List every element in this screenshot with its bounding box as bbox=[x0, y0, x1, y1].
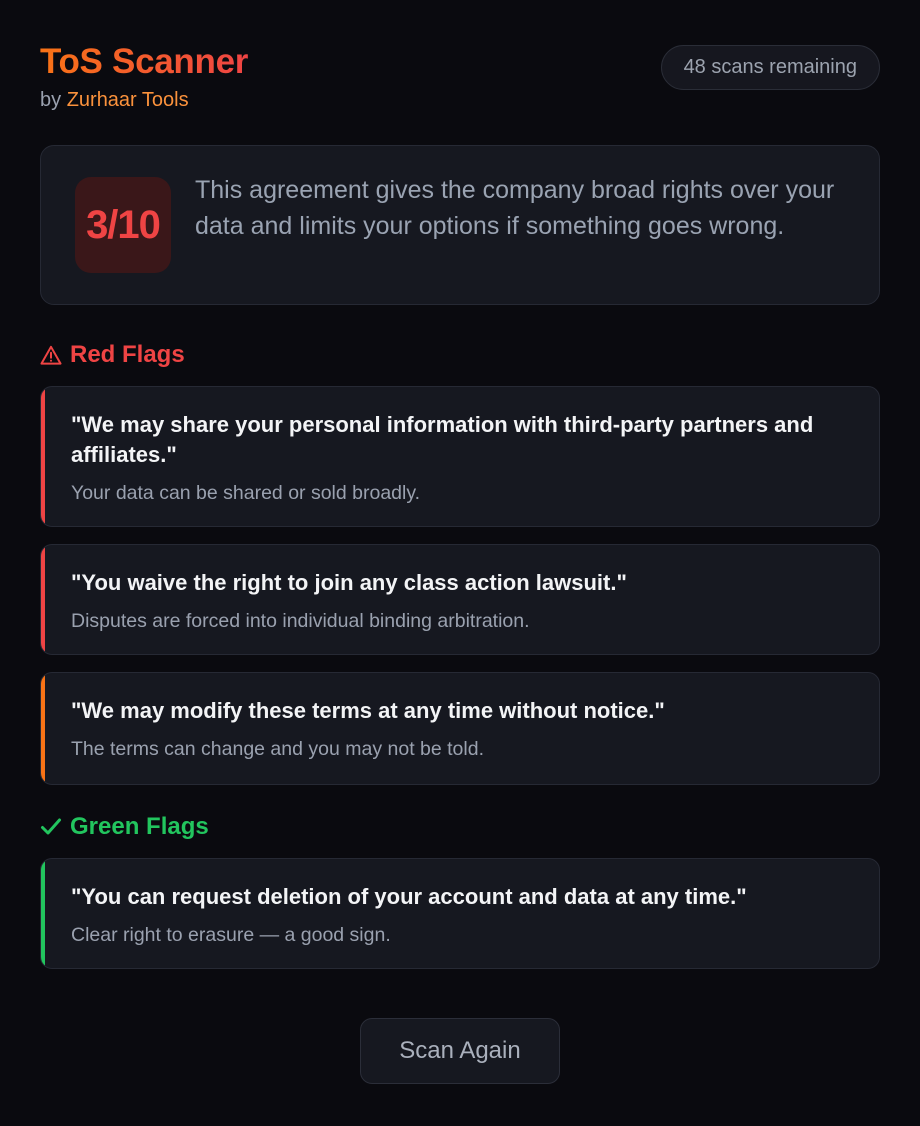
red-flags-title: Red Flags bbox=[70, 341, 185, 368]
green-flags-title: Green Flags bbox=[70, 813, 209, 840]
flag-explanation: The terms can change and you may not be … bbox=[71, 738, 484, 760]
flag-explanation: Your data can be shared or sold broadly. bbox=[71, 482, 421, 504]
byline-prefix: by bbox=[40, 89, 62, 111]
green-flag-card: "You can request deletion of your accoun… bbox=[40, 858, 880, 969]
checkmark-icon bbox=[40, 817, 62, 837]
flag-quote: "You waive the right to join any class a… bbox=[71, 570, 627, 595]
red-flags-heading: Red Flags bbox=[40, 341, 185, 369]
score-badge: 3/10 bbox=[75, 177, 171, 273]
scans-remaining-badge: 48 scans remaining bbox=[660, 45, 880, 90]
app-title: ToS Scanner bbox=[40, 42, 249, 81]
page: ToS Scanner by Zurhaar Tools 48 scans re… bbox=[0, 0, 920, 1126]
flag-quote: "We may modify these terms at any time w… bbox=[71, 698, 665, 723]
flag-explanation: Disputes are forced into individual bind… bbox=[71, 610, 530, 632]
flag-explanation: Clear right to erasure — a good sign. bbox=[71, 924, 391, 946]
red-flag-card: "We may modify these terms at any time w… bbox=[40, 672, 880, 785]
flag-quote: "You can request deletion of your accoun… bbox=[71, 884, 747, 909]
summary-card: 3/10 This agreement gives the company br… bbox=[40, 145, 880, 305]
brand-name: Zurhaar Tools bbox=[66, 89, 189, 111]
header: ToS Scanner by Zurhaar Tools 48 scans re… bbox=[40, 0, 880, 145]
flag-quote: "We may share your personal information … bbox=[71, 412, 814, 467]
summary-text: This agreement gives the company broad r… bbox=[195, 176, 835, 240]
red-flag-card: "We may share your personal information … bbox=[40, 386, 880, 527]
warning-icon bbox=[40, 345, 62, 365]
red-flag-card: "You waive the right to join any class a… bbox=[40, 544, 880, 655]
scan-again-button[interactable]: Scan Again bbox=[360, 1018, 560, 1084]
byline: by Zurhaar Tools bbox=[40, 89, 189, 112]
green-flags-heading: Green Flags bbox=[40, 813, 209, 841]
